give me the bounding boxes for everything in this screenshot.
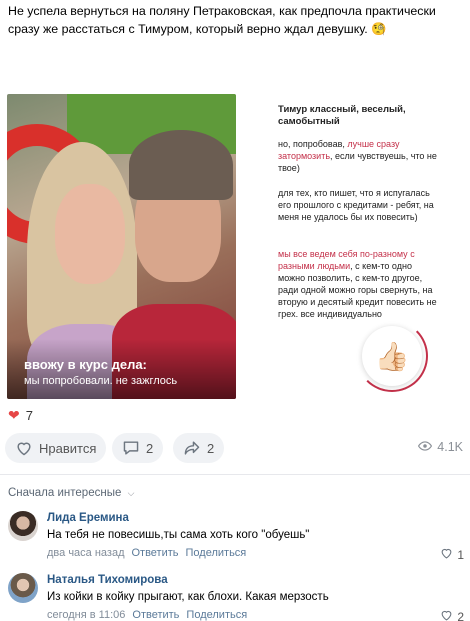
text-slide[interactable]: Тимур классный, веселый, самобытный но, …: [236, 94, 465, 399]
chevron-down-icon: ⌵: [127, 488, 135, 498]
thumbs-up-icon: 👍🏻: [362, 326, 422, 386]
reactions-summary[interactable]: ❤ 7: [8, 407, 33, 424]
sort-label: Сначала интересные: [8, 487, 122, 499]
comment-time[interactable]: два часа назад: [47, 547, 124, 559]
heart-outline-icon: [440, 609, 453, 621]
comment-meta: сегодня в 11:06 Ответить Поделиться: [47, 609, 457, 621]
section-divider: [0, 474, 470, 475]
heart-outline-icon: [440, 547, 453, 562]
post-actions: Нравится 2 2 4.1K: [5, 433, 465, 463]
post-photo[interactable]: ввожу в курс дела: мы попробовали. не за…: [7, 94, 236, 399]
comment-like-button[interactable]: 2: [440, 609, 464, 621]
slide-paragraph-3: мы все ведем себя по-разному с разными л…: [278, 248, 438, 320]
photo-caption-title: ввожу в курс дела:: [24, 357, 147, 372]
comment-author[interactable]: Наталья Тихомирова: [47, 573, 457, 587]
share-link[interactable]: Поделиться: [186, 547, 247, 559]
comment-text: Из койки в койку прыгают, как блохи. Как…: [47, 591, 329, 603]
comment-meta: два часа назад Ответить Поделиться: [47, 547, 457, 559]
reply-link[interactable]: Ответить: [131, 547, 178, 559]
comments-sort-dropdown[interactable]: Сначала интересные ⌵: [8, 487, 134, 499]
photo-man-hat: [129, 130, 233, 200]
slide-p1-before: но, попробовав,: [278, 139, 348, 149]
share-link[interactable]: Поделиться: [186, 609, 247, 621]
eye-icon: [418, 440, 433, 454]
reply-link[interactable]: Ответить: [132, 609, 179, 621]
photo-caption-subtitle: мы попробовали. не зажглось: [24, 375, 178, 387]
views-count: 4.1K: [437, 440, 463, 454]
share-count: 2: [207, 440, 215, 456]
comment-like-count: 2: [457, 609, 464, 621]
slide-paragraph-1: но, попробовав, лучше сразу затормозить,…: [278, 138, 438, 174]
comment-like-button[interactable]: 1: [440, 547, 464, 562]
comment-body: Лида Еремина На тебя не повесишь,ты сама…: [47, 511, 457, 559]
comment-button[interactable]: 2: [112, 433, 164, 463]
post-text: Не успела вернуться на поляну Петраковск…: [8, 4, 436, 36]
share-icon: [183, 440, 201, 456]
avatar[interactable]: [8, 573, 38, 603]
views-counter: 4.1K: [418, 440, 463, 454]
photo-woman-face: [55, 184, 125, 284]
post-media[interactable]: ввожу в курс дела: мы попробовали. не за…: [7, 94, 465, 399]
slide-paragraph-2: для тех, кто пишет, что я испугалась его…: [278, 188, 434, 222]
like-button-label: Нравится: [39, 440, 97, 456]
comment-count: 2: [146, 440, 154, 456]
comment-time[interactable]: сегодня в 11:06: [47, 609, 125, 621]
like-button[interactable]: Нравится: [5, 433, 107, 463]
heart-outline-icon: [15, 440, 33, 456]
slide-title: Тимур классный, веселый, самобытный: [278, 104, 406, 127]
avatar[interactable]: [8, 511, 38, 541]
comment-text: На тебя не повесишь,ты сама хоть кого "о…: [47, 529, 310, 541]
comment-icon: [122, 440, 140, 456]
share-button[interactable]: 2: [173, 433, 225, 463]
reactions-count: 7: [25, 408, 33, 423]
comment-like-count: 1: [457, 547, 464, 562]
comment-author[interactable]: Лида Еремина: [47, 511, 457, 525]
comment-body: Наталья Тихомирова Из койки в койку прыг…: [47, 573, 457, 621]
heart-icon: ❤: [8, 407, 20, 423]
